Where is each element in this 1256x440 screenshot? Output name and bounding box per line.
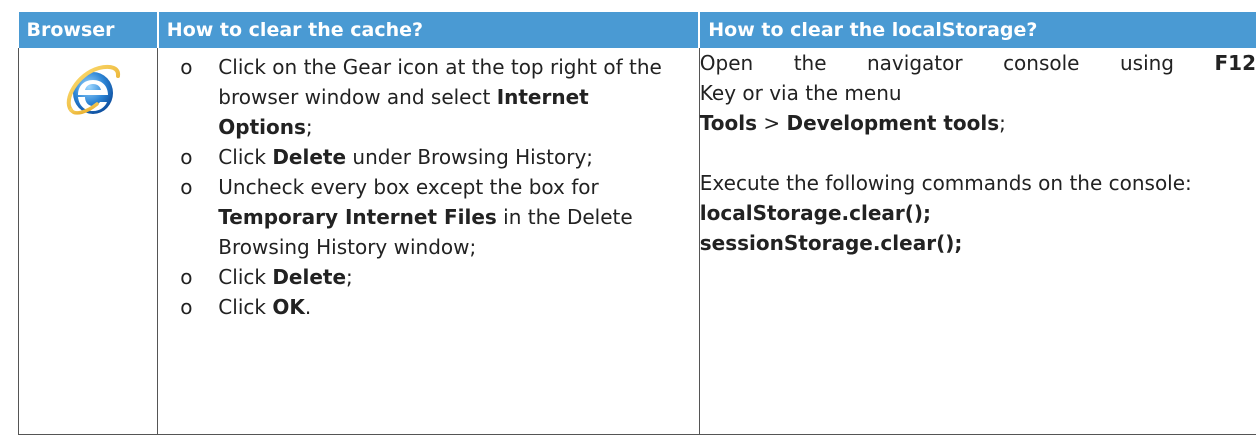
step-text: Click on the Gear icon at the top right … — [218, 55, 662, 109]
step-bold-text: Delete — [272, 145, 347, 169]
command-text: sessionStorage.clear(); — [699, 231, 963, 255]
header-browser: Browser — [18, 12, 158, 48]
step-text: Click — [218, 145, 273, 169]
cache-step: o Click OK. — [158, 292, 698, 322]
header-row: Browser How to clear the cache? How to c… — [18, 12, 1256, 48]
menu-path: Tools > Development tools; — [700, 108, 1256, 138]
header-clear-cache: How to clear the cache? — [156, 12, 700, 48]
step-text: ; — [305, 115, 313, 139]
menu-development-tools: Development tools — [786, 111, 1000, 135]
cache-step: o Click Delete; — [158, 262, 698, 292]
step-bold-text: Temporary Internet Files — [218, 205, 497, 229]
command-localstorage-clear: localStorage.clear(); — [700, 198, 1256, 228]
menu-end: ; — [999, 111, 1006, 135]
bullet-marker: o — [180, 55, 193, 79]
cache-step: o Uncheck every box except the box for Te… — [158, 172, 698, 262]
localstorage-intro-line: Open the navigator console using F12 — [700, 48, 1256, 78]
browser-cell — [17, 48, 159, 435]
menu-tools: Tools — [699, 111, 758, 135]
menu-separator: > — [757, 111, 787, 135]
header-clear-localstorage: How to clear the localStorage? — [698, 12, 1256, 48]
bullet-marker: o — [180, 175, 193, 199]
step-text: ; — [346, 265, 353, 289]
step-text: Uncheck every box except the box for — [218, 175, 599, 199]
browser-cache-table: Browser How to clear the cache? How to c… — [17, 12, 1256, 435]
cache-step: o Click Delete under Browsing History; — [158, 142, 698, 172]
localstorage-intro-line-2: Key or via the menu — [699, 81, 902, 105]
localstorage-cell: Open the navigator console using F12 Key… — [698, 48, 1256, 435]
bullet-marker: o — [180, 145, 193, 169]
command-sessionstorage-clear: sessionStorage.clear(); — [700, 228, 1256, 258]
command-text: localStorage.clear(); — [699, 201, 932, 225]
step-text: . — [304, 295, 312, 319]
f12-key: F12 — [1214, 51, 1256, 75]
internet-explorer-icon — [66, 64, 121, 115]
step-bold-text: Delete — [272, 265, 347, 289]
execute-instruction: Execute the following commands on the co… — [699, 171, 1192, 195]
intro-text: Open the navigator console using — [699, 51, 1175, 75]
cache-cell: o Click on the Gear icon at the top right… — [157, 48, 700, 435]
step-text: Click — [218, 265, 273, 289]
cache-steps-list: o Click on the Gear icon at the top right… — [158, 52, 698, 322]
step-text: Click — [218, 295, 273, 319]
bullet-marker: o — [180, 295, 193, 319]
bullet-marker: o — [180, 265, 193, 289]
table-row: o Click on the Gear icon at the top right… — [17, 48, 1256, 435]
step-bold-text: OK — [272, 295, 305, 319]
step-text: under Browsing History; — [346, 145, 594, 169]
cache-step: o Click on the Gear icon at the top right… — [158, 52, 698, 142]
